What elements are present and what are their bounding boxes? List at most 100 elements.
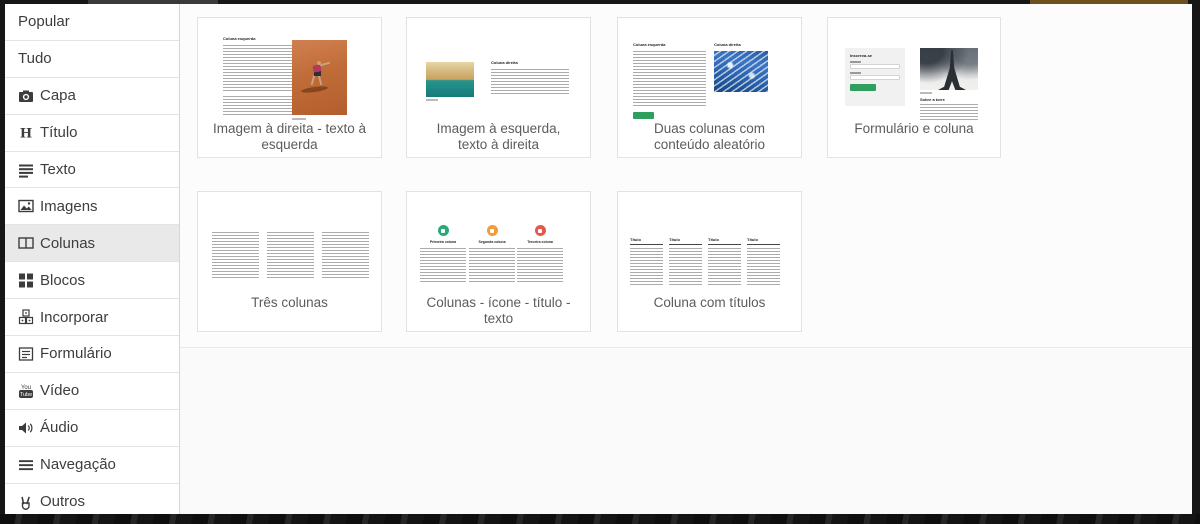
sidebar-item-popular[interactable]: Popular [5,4,179,41]
template-card-two-columns-random[interactable]: Coluna esquerda Coluna direita Duas colu… [617,17,802,158]
sidebar-item-label: Vídeo [40,382,79,399]
badge-icon [535,225,546,236]
sidebar-item-label: Colunas [40,235,95,252]
player-figure [311,75,316,85]
grid-section-divider [180,347,1192,348]
embed-cubes-icon [18,309,40,325]
form-icon [18,346,40,362]
sidebar-item-blocos[interactable]: Blocos [5,262,179,299]
sidebar-item-texto[interactable]: Texto [5,152,179,189]
thumbnail-text-column: Coluna direita [491,60,569,96]
player-shadow [301,85,328,94]
sidebar-item-imagens[interactable]: Imagens [5,188,179,225]
template-card-column-with-titles[interactable]: Título Título Título Título Coluna com t… [617,191,802,332]
thumbnail-column-title: Primeira coluna [420,240,466,245]
thumbnail-beach-image [426,62,474,97]
thumbnail-titled-column: Título [708,237,741,286]
title-underline [630,244,663,245]
thumbnail-column-title: Título [669,237,702,242]
blocks-picker-panel: PopularTudoCapaHTítuloTextoImagensColuna… [5,4,1192,514]
sidebar-item-label: Tudo [18,50,52,67]
template-caption: Formulário e coluna [828,121,1000,137]
text-placeholder [630,248,663,286]
sidebar-item-incorporar[interactable]: Incorporar [5,299,179,336]
player-figure [318,75,322,85]
category-sidebar: Popular Tudo Capa HTítulo Texto Imagens Coluna… [5,4,180,514]
thumbnail-eiffel-tower-image [920,48,978,90]
sidebar-item-navegacao[interactable]: Navegação [5,447,179,484]
title-underline [708,244,741,245]
thumbnail-right-column: Coluna direita [714,42,770,92]
sidebar-item-label: Capa [40,87,76,104]
icon-glyph [441,229,445,233]
text-placeholder [212,232,259,279]
heading-icon: H [18,125,40,141]
sidebar-item-label: Áudio [40,419,78,436]
sidebar-item-formulario[interactable]: Formulário [5,336,179,373]
sidebar-item-label: Outros [40,493,85,510]
title-underline [747,244,780,245]
sidebar-item-tudo[interactable]: Tudo [5,41,179,78]
thumbnail-icon-column: Primeira coluna [420,225,466,282]
thumbnail-text-column: Coluna esquerda [223,36,293,117]
youtube-icon: YouTube [18,383,40,399]
text-placeholder [517,248,563,282]
sidebar-item-titulo[interactable]: HTítulo [5,115,179,152]
sidebar-item-label: Título [40,124,78,141]
thumbnail-ocean-waves-image [714,51,768,92]
form-input-placeholder [850,75,900,80]
thumbnail-heading: Coluna esquerda [223,36,293,41]
template-card-three-columns[interactable]: Três colunas [197,191,382,332]
thumbnail-titled-column: Título [630,237,663,286]
sidebar-item-label: Texto [40,161,76,178]
lock-icon [487,225,498,236]
blocks-icon [18,272,40,288]
form-label-placeholder [850,72,861,74]
sidebar-item-outros[interactable]: Outros [5,484,179,514]
thumbnail-icon-column: Terceira coluna [517,225,563,282]
thumbnail-left-column: Coluna esquerda [633,42,706,119]
sidebar-item-label: Blocos [40,272,85,289]
template-card-image-left-text-right[interactable]: Coluna direita Imagem à esquerda, texto … [406,17,591,158]
template-card-form-and-column[interactable]: Inscreva-se Sobre a torre Formulário e c… [827,17,1001,158]
image-caption-placeholder [292,118,306,120]
text-placeholder [920,104,978,120]
thumbnail-icon-column: Segunda coluna [469,225,515,282]
text-placeholder [669,248,702,286]
thumbnail-signup-form: Inscreva-se [845,48,905,106]
icon-glyph [538,229,542,233]
text-placeholder [469,248,515,282]
form-submit-placeholder [850,84,876,91]
form-heading: Inscreva-se [850,53,900,58]
template-card-columns-icon-title-text[interactable]: Primeira coluna Segunda coluna Terceira … [406,191,591,332]
thumbnail-column-title: Título [708,237,741,242]
star-icon [438,225,449,236]
icon-glyph [490,229,494,233]
text-placeholder [420,248,466,282]
templates-grid: Coluna esquerda Imagem à direita - texto… [180,4,1192,514]
form-input-placeholder [850,64,900,69]
text-placeholder [491,69,569,96]
template-card-image-right-text-left[interactable]: Coluna esquerda Imagem à direita - texto… [197,17,382,158]
thumbnail-heading: Coluna esquerda [633,42,706,47]
page-backdrop-bottom [0,514,1200,524]
sidebar-item-capa[interactable]: Capa [5,78,179,115]
thumbnail-titled-column: Título [747,237,780,286]
template-caption: Imagem à esquerda, texto à direita [407,121,590,153]
sidebar-item-label: Formulário [40,345,112,362]
template-caption: Imagem à direita - texto à esquerda [198,121,381,153]
sidebar-item-label: Imagens [40,198,98,215]
template-caption: Colunas - ícone - título - texto [407,295,590,327]
sidebar-item-colunas[interactable]: Colunas [5,225,179,262]
thumbnail-column-title: Título [747,237,780,242]
text-placeholder [267,232,314,279]
thumbnail-column-title: Terceira coluna [517,240,563,245]
thumbnail-heading: Sobre a torre [920,97,978,102]
text-placeholder [223,45,293,91]
sidebar-item-audio[interactable]: Áudio [5,410,179,447]
sidebar-item-video[interactable]: YouTubeVídeo [5,373,179,410]
hamburger-icon [18,457,40,473]
thumbnail-column-title: Segunda coluna [469,240,515,245]
eiffel-tower-silhouette [938,50,966,90]
title-underline [669,244,702,245]
